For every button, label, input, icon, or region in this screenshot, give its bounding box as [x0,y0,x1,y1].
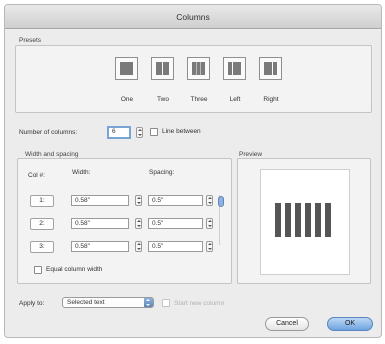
apply-to-label: Apply to: [19,300,45,307]
apply-to-popup[interactable]: Selected text [62,297,154,308]
dialog-title: Columns [5,5,381,29]
preset-label-one: One [120,96,134,103]
preview-column-bar [275,203,281,237]
col-width-stepper[interactable] [135,195,142,206]
preset-label-two: Two [157,96,169,103]
equal-column-width-label: Equal column width [46,266,103,273]
preview-page [260,169,350,275]
width-spacing-panel: Col #: Width: Spacing: 1: 0.58" 0.5" 2: … [17,158,232,284]
col-width-field[interactable]: 0.58" [71,195,129,206]
col-spacing-stepper[interactable] [206,218,213,229]
col-spacing-field[interactable]: 0.5" [148,218,203,229]
col-spacing-field[interactable]: 0.5" [148,241,203,252]
col-width-stepper[interactable] [135,218,142,229]
preview-column-bar [295,203,301,237]
presets-panel: One Two Three Left Right [15,45,372,113]
width-header: Width: [72,169,91,176]
col-number-3: 3: [30,241,54,253]
left-columns-icon [228,62,241,75]
col-spacing-stepper[interactable] [206,241,213,252]
line-between-label: Line between [162,128,201,135]
ok-button[interactable]: OK [327,317,373,331]
preset-left[interactable] [223,57,246,80]
apply-to-value: Selected text [67,299,105,306]
col-number-1: 1: [30,195,54,207]
two-columns-icon [156,62,169,75]
col-spacing-stepper[interactable] [206,195,213,206]
col-header: Col #: [28,172,45,179]
cancel-button[interactable]: Cancel [265,317,309,331]
preset-label-right: Right [263,96,279,103]
right-columns-icon [264,62,277,75]
number-of-columns-field[interactable]: 6 [107,126,131,139]
spacing-header: Spacing: [149,169,175,176]
preview-column-bar [305,203,311,237]
columns-dialog: Columns Presets One Two Three Left Right… [4,4,382,338]
number-of-columns-stepper[interactable] [136,127,143,138]
preview-column-bar [325,203,331,237]
popup-arrows-icon [144,298,153,307]
preset-one[interactable] [115,57,138,80]
equal-column-width-checkbox[interactable] [34,266,42,274]
presets-title: Presets [19,37,42,44]
preset-right[interactable] [259,57,282,80]
preview-panel [237,158,371,284]
preset-two[interactable] [151,57,174,80]
preset-three[interactable] [187,57,210,80]
preset-label-three: Three [190,96,208,103]
preview-title: Preview [239,151,263,158]
preview-column-bar [315,203,321,237]
col-spacing-field[interactable]: 0.5" [148,195,203,206]
number-of-columns-label: Number of columns: [19,129,78,136]
col-width-stepper[interactable] [135,241,142,252]
start-new-column-label: Start new column [174,300,225,307]
preview-column-bar [285,203,291,237]
col-number-2: 2: [30,218,54,230]
preset-label-left: Left [229,96,241,103]
three-columns-icon [192,62,205,75]
width-spacing-title: Width and spacing [25,151,79,158]
start-new-column-checkbox[interactable] [162,299,170,307]
col-width-field[interactable]: 0.58" [71,241,129,252]
col-width-field[interactable]: 0.58" [71,218,129,229]
line-between-checkbox[interactable] [150,128,158,136]
one-column-icon [120,62,133,75]
scroll-thumb[interactable] [218,196,224,207]
